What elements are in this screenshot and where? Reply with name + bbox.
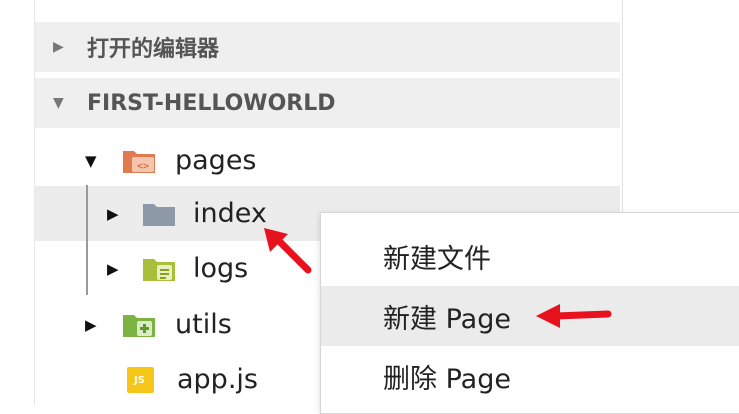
indent-guide (86, 185, 88, 295)
annotation-arrow-index (264, 228, 312, 274)
svg-text:<>: <> (137, 161, 149, 172)
utils-folder-icon (121, 311, 157, 339)
menu-item-label: 新建文件 (383, 243, 491, 275)
section-open-editors[interactable]: ▶ 打开的编辑器 (35, 22, 620, 72)
menu-item-new-page[interactable]: 新建 Page (321, 286, 739, 346)
context-menu: 新建文件 新建 Page 删除 Page (320, 212, 739, 414)
menu-item-label: 新建 Page (383, 303, 511, 335)
pages-folder-icon: <> (121, 147, 157, 175)
tree-item-label: index (193, 198, 267, 229)
logs-folder-icon (141, 255, 177, 283)
activity-gutter (0, 0, 35, 406)
chevron-down-icon: ▼ (53, 95, 64, 111)
js-file-icon: JS (123, 366, 159, 394)
menu-item-label: 删除 Page (383, 363, 511, 395)
chevron-right-icon: ▶ (53, 39, 64, 55)
chevron-down-icon: ▼ (85, 151, 97, 170)
tree-item-label: pages (175, 145, 257, 176)
tree-item-pages[interactable]: ▼ <> pages (35, 133, 620, 188)
chevron-right-icon: ▶ (107, 204, 119, 223)
chevron-right-icon: ▶ (85, 315, 97, 334)
menu-item-delete-page[interactable]: 删除 Page (321, 346, 739, 406)
section-open-editors-label: 打开的编辑器 (87, 37, 220, 62)
tree-item-label: app.js (177, 364, 258, 395)
section-project-label: FIRST-HELLOWORLD (87, 90, 336, 116)
tree-item-label: logs (193, 253, 249, 284)
menu-item-new-file[interactable]: 新建文件 (321, 226, 739, 286)
section-project[interactable]: ▼ FIRST-HELLOWORLD (35, 78, 620, 128)
tree-item-label: utils (175, 309, 232, 340)
js-badge-text: JS (134, 374, 145, 386)
annotation-arrow-new-page (536, 304, 612, 328)
chevron-right-icon: ▶ (107, 259, 119, 278)
folder-icon (141, 200, 177, 228)
